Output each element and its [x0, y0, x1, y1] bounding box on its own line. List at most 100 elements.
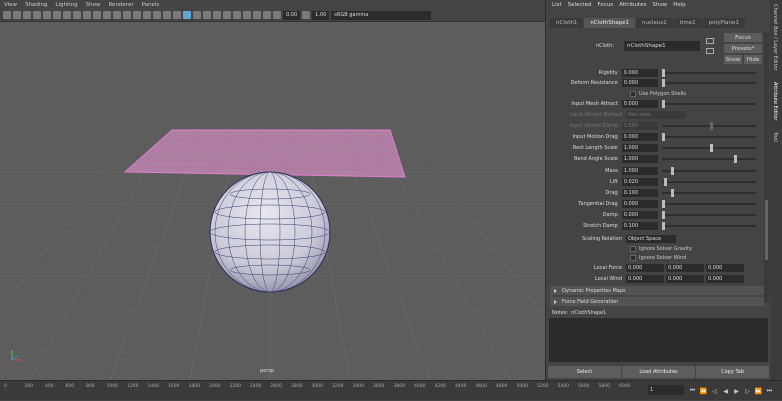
resolution-gate-icon[interactable]	[83, 11, 91, 19]
use-polygon-shells-checkbox[interactable]	[630, 91, 636, 97]
viewport-menu-panels[interactable]: Panels	[142, 2, 160, 8]
side-tab-attribute-editor[interactable]: Attribute Editor	[772, 82, 778, 120]
attr-slider[interactable]	[661, 79, 757, 87]
step-forward-key-icon[interactable]: ⏩	[754, 386, 763, 396]
viewport-menu-renderer[interactable]: Renderer	[108, 2, 133, 8]
go-to-end-icon[interactable]: ⏭	[765, 386, 774, 396]
safe-action-icon[interactable]	[113, 11, 121, 19]
slider-knob[interactable]	[661, 211, 665, 219]
step-forward-frame-icon[interactable]: ▷	[743, 386, 752, 396]
slider-knob[interactable]	[671, 189, 675, 197]
grease-pencil-icon[interactable]	[53, 11, 61, 19]
local-wind-z[interactable]: 0.000	[706, 275, 744, 283]
anti-aliasing-icon[interactable]	[213, 11, 221, 19]
attribute-scrollbar-thumb[interactable]	[765, 200, 768, 260]
step-back-key-icon[interactable]: ⏪	[699, 386, 708, 396]
smooth-shade-icon[interactable]	[143, 11, 151, 19]
attr-field[interactable]: 1.000	[621, 155, 658, 163]
use-polygon-shells-row[interactable]: Use Polygon Shells	[546, 89, 756, 99]
slider-knob[interactable]	[661, 69, 665, 77]
motion-blur-icon[interactable]	[203, 11, 211, 19]
attr-field[interactable]: 0.100	[621, 189, 658, 197]
textured-icon[interactable]	[163, 11, 171, 19]
attr-slider[interactable]	[661, 222, 757, 230]
section-force-field-generation[interactable]: Force Field Generation	[550, 297, 764, 306]
bookmark-icon[interactable]	[23, 11, 31, 19]
slider-knob[interactable]	[661, 200, 665, 208]
gamma-field[interactable]: 1.00	[312, 10, 330, 20]
select-camera-icon[interactable]	[3, 11, 11, 19]
shadows-icon[interactable]	[183, 11, 191, 19]
image-plane-icon[interactable]	[33, 11, 41, 19]
xray-components-icon[interactable]	[263, 11, 271, 19]
film-gate-icon[interactable]	[73, 11, 81, 19]
load-attributes-button[interactable]: Load Attributes	[622, 366, 695, 378]
slider-knob[interactable]	[710, 144, 714, 152]
go-to-start-icon[interactable]: ⏮	[688, 386, 697, 396]
notes-textarea[interactable]	[549, 318, 768, 362]
xray-icon[interactable]	[243, 11, 251, 19]
slider-knob[interactable]	[661, 222, 665, 230]
play-backwards-icon[interactable]: ◀	[721, 386, 730, 396]
attr-slider[interactable]	[661, 200, 757, 208]
viewport-menu-show[interactable]: Show	[86, 2, 101, 8]
time-slider[interactable]: 0 200 400 600 800 1000 1200 1400 1600 1800 2000 220…	[0, 380, 782, 400]
attr-slider[interactable]	[661, 189, 757, 197]
attr-field[interactable]: 0.000	[621, 69, 658, 77]
exposure-field[interactable]: 0.00	[283, 10, 301, 20]
step-back-frame-icon[interactable]: ◁	[710, 386, 719, 396]
scaling-relation-dropdown[interactable]: Object Space	[626, 235, 676, 243]
local-force-y[interactable]: 0.000	[666, 264, 704, 272]
gate-mask-icon[interactable]	[93, 11, 101, 19]
local-force-z[interactable]: 0.000	[706, 264, 744, 272]
attr-field[interactable]: 1.000	[621, 144, 658, 152]
copy-tab-button[interactable]: Copy Tab	[696, 366, 769, 378]
color-space-dropdown[interactable]: sRGB gamma	[331, 10, 432, 20]
attr-field[interactable]: 0.000	[621, 133, 658, 141]
attr-slider[interactable]	[661, 69, 757, 77]
ignore-gravity-checkbox[interactable]	[630, 246, 636, 252]
attr-slider[interactable]	[661, 211, 757, 219]
slider-knob[interactable]	[671, 167, 675, 175]
depth-of-field-icon[interactable]	[223, 11, 231, 19]
ambient-occlusion-icon[interactable]	[193, 11, 201, 19]
viewport-menu-lighting[interactable]: Lighting	[55, 2, 77, 8]
wireframe-icon[interactable]	[133, 11, 141, 19]
cloth-plane[interactable]	[123, 129, 406, 178]
select-button[interactable]: Select	[548, 366, 621, 378]
viewport-menu-shading[interactable]: Shading	[25, 2, 47, 8]
attr-field[interactable]: 0.000	[621, 211, 658, 219]
slider-knob[interactable]	[661, 133, 665, 141]
camera-attributes-icon[interactable]	[13, 11, 21, 19]
viewport-scene[interactable]	[0, 22, 545, 380]
safe-title-icon[interactable]	[123, 11, 131, 19]
attr-slider[interactable]	[661, 144, 757, 152]
slider-knob[interactable]	[661, 100, 665, 108]
local-wind-y[interactable]: 0.000	[666, 275, 704, 283]
slider-knob[interactable]	[663, 178, 667, 186]
2d-pan-zoom-icon[interactable]	[43, 11, 51, 19]
attr-field[interactable]: 0.020	[621, 178, 658, 186]
play-forwards-icon[interactable]: ▶	[732, 386, 741, 396]
sphere[interactable]	[209, 171, 331, 293]
ignore-wind-row[interactable]: Ignore Solver Wind	[546, 253, 756, 263]
slider-knob[interactable]	[661, 79, 665, 87]
attr-field[interactable]: 0.000	[621, 100, 658, 108]
field-chart-icon[interactable]	[103, 11, 111, 19]
attribute-scrollbar[interactable]	[764, 32, 769, 302]
slider-knob[interactable]	[734, 155, 738, 163]
viewport-panel[interactable]: View Shading Lighting Show Renderer Panels 0.…	[0, 0, 545, 380]
isolate-select-icon[interactable]	[233, 11, 241, 19]
xray-joints-icon[interactable]	[253, 11, 261, 19]
attr-slider[interactable]	[661, 178, 757, 186]
attr-field[interactable]: 0.000	[621, 200, 658, 208]
section-dynamic-properties-maps[interactable]: Dynamic Properties Maps	[550, 286, 764, 295]
attr-slider[interactable]	[661, 155, 757, 163]
attr-slider[interactable]	[661, 167, 757, 175]
local-wind-x[interactable]: 0.000	[626, 275, 664, 283]
time-ruler[interactable]: 0 200 400 600 800 1000 1200 1400 1600 1800 2000 220…	[0, 381, 640, 401]
attr-slider[interactable]	[661, 133, 757, 141]
side-tab-tool[interactable]: Tool	[772, 132, 778, 142]
attr-slider[interactable]	[661, 100, 757, 108]
wireframe-on-shaded-icon[interactable]	[153, 11, 161, 19]
